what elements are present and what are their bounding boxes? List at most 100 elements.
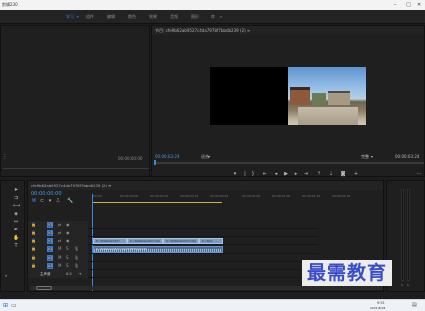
- quality-dropdown-chevron-icon[interactable]: ▾: [371, 154, 373, 159]
- workspace-tab-edit[interactable]: 编辑: [107, 14, 115, 20]
- workspace-menu-icon[interactable]: ≡: [76, 14, 79, 19]
- video-clip[interactable]: fx cfe9b62ab9527c4da: [163, 238, 199, 244]
- building-left: [290, 87, 310, 105]
- razor-tool-icon[interactable]: ◈: [13, 211, 19, 217]
- start-icon[interactable]: ⊞: [3, 302, 8, 309]
- source-scrubber[interactable]: [3, 168, 149, 169]
- solo-icon[interactable]: S: [66, 255, 69, 260]
- sync-lock-icon[interactable]: ⇄: [58, 238, 61, 243]
- timeline-zoom-scrollbar[interactable]: [30, 286, 383, 290]
- eye-icon[interactable]: ◉: [66, 230, 70, 235]
- lock-icon[interactable]: 🔒: [31, 230, 36, 235]
- go-to-end-icon[interactable]: ⇥: [78, 271, 81, 276]
- track-header: 🔒 A1 M S 🎙: [28, 245, 88, 254]
- maximize-icon[interactable]: □: [406, 2, 411, 8]
- plaza: [298, 107, 358, 125]
- video-clip[interactable]: fx cfe9b62ab9527: [93, 238, 127, 244]
- notification-icon[interactable]: ▤: [412, 302, 417, 308]
- mute-icon[interactable]: M: [58, 255, 61, 260]
- lift-icon[interactable]: ⇡: [316, 171, 322, 177]
- meter-solo-left-icon[interactable]: S: [401, 283, 403, 287]
- workspace-tab-color[interactable]: 颜色: [128, 14, 136, 20]
- program-scrubber[interactable]: [154, 160, 424, 165]
- go-to-in-icon[interactable]: ⇤: [262, 171, 268, 177]
- slip-tool-icon[interactable]: ↔: [13, 219, 19, 225]
- lock-icon[interactable]: 🔒: [31, 246, 36, 251]
- video-clip[interactable]: fx cfe9b62ab9527c4da: [127, 238, 163, 244]
- minimize-icon[interactable]: –: [394, 2, 397, 8]
- mark-clip-icon[interactable]: }: [250, 171, 256, 177]
- track-name: A2: [48, 256, 53, 260]
- add-marker-icon[interactable]: ▾: [47, 198, 53, 204]
- workspace-tab-effects[interactable]: 效果: [149, 14, 157, 20]
- quality-dropdown[interactable]: 完整: [361, 154, 369, 160]
- taskbar-time[interactable]: 9:51: [377, 301, 385, 305]
- button-editor-icon[interactable]: +: [353, 171, 359, 177]
- lock-icon[interactable]: 🔒: [31, 222, 36, 227]
- panel-menu-icon[interactable]: «: [3, 273, 9, 279]
- program-monitor-title[interactable]: 节目: cfe9b62ab9527c4da7978f7bbdb239 (2) ≡: [152, 26, 424, 35]
- selection-tool-icon[interactable]: ➤: [13, 187, 19, 193]
- window-title: 剪辑230: [2, 2, 18, 7]
- mute-icon[interactable]: M: [58, 263, 61, 268]
- nest-icon[interactable]: ⎍: [55, 198, 61, 204]
- program-playhead[interactable]: [154, 160, 156, 165]
- mic-icon[interactable]: 🎙: [74, 255, 79, 260]
- solo-icon[interactable]: S: [66, 246, 69, 251]
- source-monitor-panel: ⋮ 00:00:00:00: [0, 25, 150, 177]
- fit-dropdown-chevron-icon[interactable]: ▾: [208, 154, 210, 159]
- eye-icon[interactable]: ◉: [66, 222, 70, 227]
- timeline-ruler[interactable]: :00:00 00:00:00:05 00:00:00:10 00:00:00:…: [92, 194, 384, 204]
- track-a1: 🔒 A1 M S 🎙 fx cfe9b62ab9527c4da7978f7bbd…: [28, 245, 318, 254]
- step-forward-icon[interactable]: ▸: [293, 171, 299, 177]
- type-tool-icon[interactable]: T: [13, 243, 19, 249]
- taskbar-date[interactable]: 2021/8/28: [370, 306, 385, 310]
- pen-tool-icon[interactable]: ✒: [13, 227, 19, 233]
- source-settings-icon[interactable]: ⋮: [2, 154, 8, 160]
- lock-icon[interactable]: 🔒: [31, 263, 36, 268]
- task-view-icon[interactable]: ▭: [11, 302, 17, 309]
- export-frame-icon[interactable]: ◙: [340, 171, 346, 177]
- video-clip[interactable]: fx cfe9b: [199, 238, 223, 244]
- sync-lock-icon[interactable]: ⇄: [58, 222, 61, 227]
- zoom-scrollbar-thumb[interactable]: [36, 286, 52, 290]
- close-icon[interactable]: ✕: [417, 2, 421, 8]
- mic-icon[interactable]: 🎙: [74, 246, 79, 251]
- os-taskbar: ⊞ ▭ 9:51 2021/8/28 ▤: [0, 299, 425, 311]
- extract-icon[interactable]: ⇣: [328, 171, 334, 177]
- work-area-bar[interactable]: [92, 202, 222, 203]
- timeline-settings-icon[interactable]: 🔧: [67, 198, 73, 204]
- workspace-tab-assembly[interactable]: 组件: [86, 14, 94, 20]
- workspace-tab-graphics[interactable]: 图形: [191, 14, 199, 20]
- ripple-edit-tool-icon[interactable]: ⟷: [13, 203, 20, 209]
- workspace-tab-learn[interactable]: 学习: [66, 14, 74, 20]
- ruler-tick: 00:00:00:15: [180, 194, 199, 198]
- mark-out-icon[interactable]: |: [242, 171, 248, 177]
- audio-clip[interactable]: fx cfe9b62ab9527c4da7978f7bbdb239: [93, 246, 223, 253]
- timeline-tab[interactable]: cfe9b62ab9527c4da7978f7bbdb239 (2) ≡: [28, 181, 383, 190]
- mic-icon[interactable]: 🎙: [74, 263, 79, 268]
- sync-lock-icon[interactable]: ⇄: [58, 230, 61, 235]
- workspace-tab-libraries[interactable]: 库: [211, 14, 215, 20]
- go-to-out-icon[interactable]: ⇥: [303, 171, 309, 177]
- master-level[interactable]: 0.0: [66, 272, 72, 276]
- lock-icon[interactable]: 🔒: [31, 255, 36, 260]
- track-select-tool-icon[interactable]: ⇉: [13, 195, 19, 201]
- solo-icon[interactable]: S: [66, 263, 69, 268]
- mute-icon[interactable]: M: [58, 246, 61, 251]
- more-workspaces-icon[interactable]: »: [220, 14, 222, 19]
- eye-icon[interactable]: ◉: [66, 238, 70, 243]
- hand-tool-icon[interactable]: ✋: [13, 235, 19, 241]
- ruler-tick: 00:00:00:10: [150, 194, 169, 198]
- track-a2: 🔒 A2 M S 🎙: [28, 254, 318, 262]
- ruler-tick: 00:00:01:10: [302, 194, 321, 198]
- step-back-icon[interactable]: ◂: [273, 171, 279, 177]
- mark-in-icon[interactable]: ▾: [232, 171, 238, 177]
- snap-icon[interactable]: ⌘: [31, 198, 37, 204]
- meter-solo-right-icon[interactable]: S: [407, 283, 409, 287]
- workspace-tab-audio[interactable]: 音频: [170, 14, 178, 20]
- lock-icon[interactable]: 🔒: [31, 238, 36, 243]
- linked-selection-icon[interactable]: ⊂: [39, 198, 45, 204]
- panel-settings-icon[interactable]: ⋯: [416, 171, 422, 177]
- play-icon[interactable]: ▶: [283, 171, 289, 177]
